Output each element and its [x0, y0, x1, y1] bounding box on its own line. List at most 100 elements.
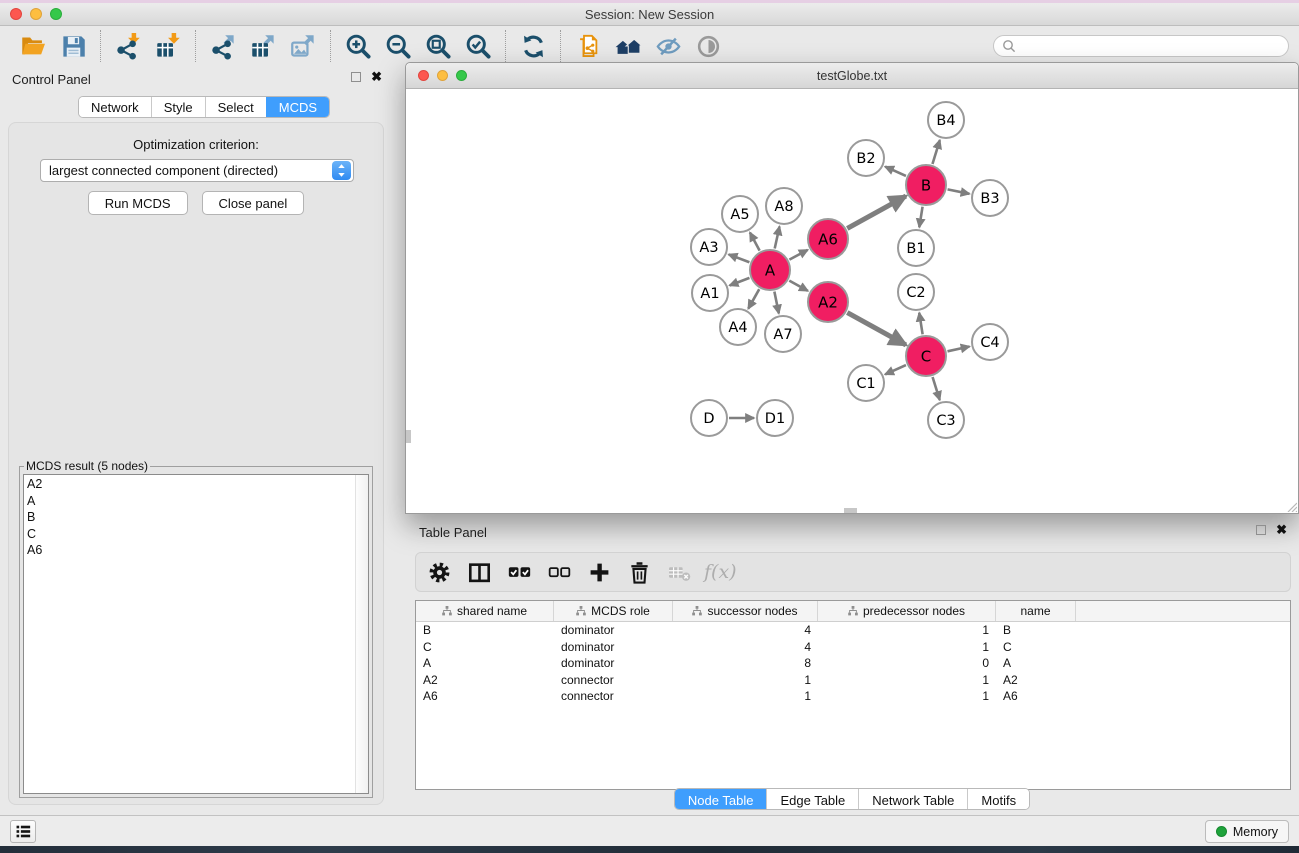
save-session-icon[interactable] [57, 31, 89, 61]
table-row[interactable]: A6connector11A6 [416, 688, 1290, 705]
cell-shared-name[interactable]: C [416, 640, 554, 654]
table-row[interactable]: Bdominator41B [416, 622, 1290, 639]
tab-edge-table[interactable]: Edge Table [766, 789, 858, 810]
cell-predecessor-nodes[interactable]: 1 [818, 673, 996, 687]
node-A4[interactable]: A4 [720, 309, 756, 345]
select-all-checks-icon[interactable] [504, 557, 534, 587]
settings-gear-icon[interactable] [424, 557, 454, 587]
canvas-bottom-scroll-thumb[interactable] [844, 508, 857, 513]
cell-MCDS-role[interactable]: connector [554, 689, 673, 703]
open-session-icon[interactable] [17, 31, 49, 61]
cell-predecessor-nodes[interactable]: 1 [818, 689, 996, 703]
node-B4[interactable]: B4 [928, 102, 964, 138]
node-C3[interactable]: C3 [928, 402, 964, 438]
cell-successor-nodes[interactable]: 4 [673, 623, 818, 637]
edge-B-B3[interactable] [948, 189, 970, 193]
edge-A-A7[interactable] [774, 292, 778, 314]
zoom-fit-icon[interactable] [422, 31, 454, 61]
cell-name[interactable]: C [996, 640, 1076, 654]
cell-name[interactable]: B [996, 623, 1076, 637]
edge-A-A4[interactable] [748, 289, 759, 309]
zoom-selected-icon[interactable] [462, 31, 494, 61]
network-canvas[interactable]: B4B2BB3A8A5A6A3B1AA1C2A2A4A7C4CC1C3DD1 [406, 89, 1298, 513]
clear-checks-icon[interactable] [544, 557, 574, 587]
node-A8[interactable]: A8 [766, 188, 802, 224]
optimization-criterion-select[interactable]: largest connected component (directed) [40, 159, 354, 182]
edge-B-B1[interactable] [919, 207, 922, 228]
mcds-result-item[interactable]: A [27, 493, 352, 510]
cell-name[interactable]: A [996, 656, 1076, 670]
tab-network[interactable]: Network [79, 97, 151, 117]
delete-column-icon[interactable] [624, 557, 654, 587]
tab-select[interactable]: Select [205, 97, 266, 117]
node-A[interactable]: A [750, 250, 790, 290]
column-header-MCDS-role[interactable]: MCDS role [554, 601, 673, 621]
column-header-predecessor-nodes[interactable]: predecessor nodes [818, 601, 996, 621]
show-details-icon[interactable] [692, 31, 724, 61]
cell-name[interactable]: A6 [996, 689, 1076, 703]
import-table-icon[interactable] [152, 31, 184, 61]
column-header-name[interactable]: name [996, 601, 1076, 621]
canvas-left-scroll-thumb[interactable] [406, 430, 411, 443]
zoom-in-icon[interactable] [342, 31, 374, 61]
node-B1[interactable]: B1 [898, 230, 934, 266]
close-table-panel-icon[interactable]: ✖ [1276, 525, 1287, 535]
zoom-out-icon[interactable] [382, 31, 414, 61]
close-panel-button[interactable]: Close panel [202, 191, 305, 215]
function-builder-icon[interactable]: f(x) [704, 561, 737, 583]
node-C2[interactable]: C2 [898, 274, 934, 310]
tab-motifs[interactable]: Motifs [967, 789, 1029, 810]
node-B2[interactable]: B2 [848, 140, 884, 176]
run-mcds-button[interactable]: Run MCDS [88, 191, 188, 215]
cell-predecessor-nodes[interactable]: 0 [818, 656, 996, 670]
mcds-result-item[interactable]: B [27, 509, 352, 526]
node-D1[interactable]: D1 [757, 400, 793, 436]
split-columns-icon[interactable] [464, 557, 494, 587]
edge-B-B2[interactable] [885, 167, 906, 176]
cell-shared-name[interactable]: B [416, 623, 554, 637]
tab-node-table[interactable]: Node Table [675, 789, 767, 810]
edge-A2-C[interactable] [847, 313, 906, 345]
export-image-icon[interactable] [287, 31, 319, 61]
window-resize-grip[interactable] [1285, 500, 1297, 512]
mcds-result-item[interactable]: A2 [27, 476, 352, 493]
cell-MCDS-role[interactable]: dominator [554, 656, 673, 670]
home-views-icon[interactable] [612, 31, 644, 61]
add-column-icon[interactable] [584, 557, 614, 587]
cell-successor-nodes[interactable]: 8 [673, 656, 818, 670]
cell-shared-name[interactable]: A2 [416, 673, 554, 687]
mcds-result-item[interactable]: A6 [27, 542, 352, 559]
cell-successor-nodes[interactable]: 4 [673, 640, 818, 654]
cell-MCDS-role[interactable]: connector [554, 673, 673, 687]
mcds-result-item[interactable]: C [27, 526, 352, 543]
column-header-successor-nodes[interactable]: successor nodes [673, 601, 818, 621]
close-panel-icon[interactable]: ✖ [371, 72, 382, 82]
node-A6[interactable]: A6 [808, 219, 848, 259]
node-A1[interactable]: A1 [692, 275, 728, 311]
cell-successor-nodes[interactable]: 1 [673, 673, 818, 687]
cell-shared-name[interactable]: A6 [416, 689, 554, 703]
cell-successor-nodes[interactable]: 1 [673, 689, 818, 703]
network-file-icon[interactable] [572, 31, 604, 61]
import-network-icon[interactable] [112, 31, 144, 61]
column-header-shared-name[interactable]: shared name [416, 601, 554, 621]
cell-predecessor-nodes[interactable]: 1 [818, 640, 996, 654]
tab-style[interactable]: Style [151, 97, 205, 117]
tab-network-table[interactable]: Network Table [858, 789, 967, 810]
node-A7[interactable]: A7 [765, 316, 801, 352]
task-history-button[interactable] [10, 820, 36, 843]
float-panel-icon[interactable] [351, 72, 361, 82]
select-stepper-icon[interactable] [332, 161, 351, 180]
hide-details-icon[interactable] [652, 31, 684, 61]
edge-A-A1[interactable] [730, 278, 750, 286]
node-B[interactable]: B [906, 165, 946, 205]
node-C[interactable]: C [906, 336, 946, 376]
refresh-icon[interactable] [517, 31, 549, 61]
export-table-icon[interactable] [247, 31, 279, 61]
edge-A-A2[interactable] [789, 281, 808, 291]
table-row[interactable]: Adominator80A [416, 655, 1290, 672]
memory-button[interactable]: Memory [1205, 820, 1289, 843]
node-D[interactable]: D [691, 400, 727, 436]
edge-A-A8[interactable] [775, 227, 780, 249]
edge-C-C2[interactable] [919, 313, 922, 335]
